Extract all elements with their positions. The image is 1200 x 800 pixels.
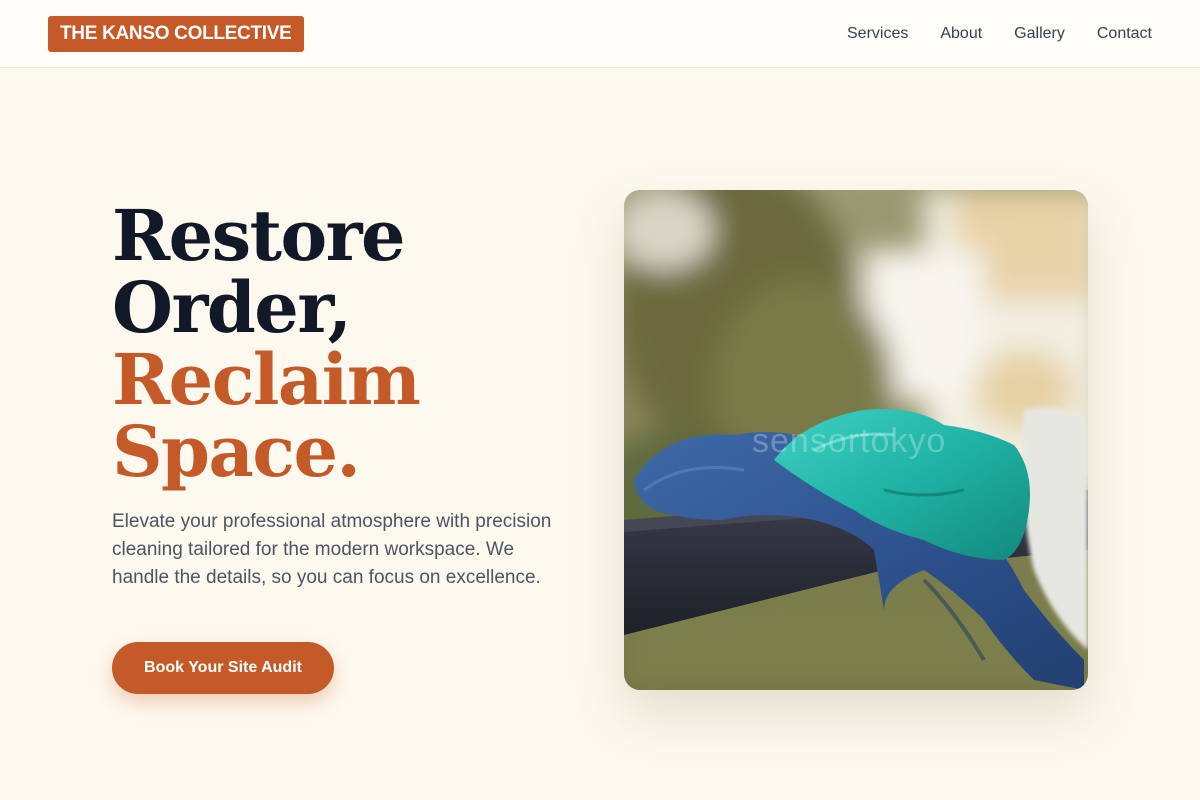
main-nav: Services About Gallery Contact [847, 25, 1152, 43]
nav-link-services[interactable]: Services [847, 25, 908, 43]
image-watermark: sensortokyo [752, 422, 947, 460]
nav-link-about[interactable]: About [940, 25, 982, 43]
hero-subtext: Elevate your professional atmosphere wit… [112, 511, 552, 588]
hero-text: Restore Order, Reclaim Space. Elevate yo… [112, 200, 562, 592]
brand-logo[interactable]: THE KANSO COLLECTIVE [48, 15, 304, 52]
hero-photo: sensortokyo [624, 190, 1088, 690]
book-site-audit-button[interactable]: Book Your Site Audit [112, 642, 334, 694]
headline-line-3: Reclaim [112, 338, 421, 421]
site-header: THE KANSO COLLECTIVE Services About Gall… [0, 0, 1200, 68]
headline-line-2: Order, [112, 266, 352, 349]
nav-link-contact[interactable]: Contact [1097, 25, 1152, 43]
nav-link-gallery[interactable]: Gallery [1014, 25, 1065, 43]
headline-line-1: Restore [112, 194, 406, 277]
headline-line-4: Space. [112, 410, 361, 493]
hero-headline: Restore Order, Reclaim Space. [112, 200, 562, 488]
